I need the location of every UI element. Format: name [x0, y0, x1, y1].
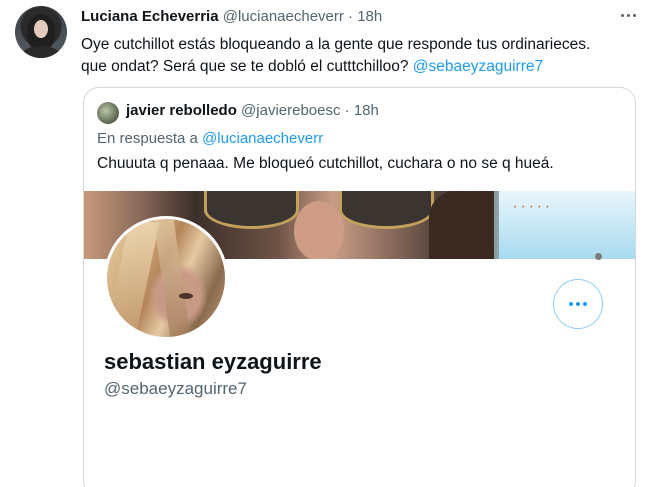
tweet[interactable]: Luciana Echeverria @lucianaecheverr · 18…: [0, 0, 650, 487]
tweet-text-line2: que ondat? Será que se te dobló el cuttt…: [81, 56, 636, 78]
author-name[interactable]: Luciana Echeverria: [81, 8, 219, 25]
mention-link[interactable]: @sebaeyzaguirre7: [413, 58, 543, 75]
tweet-text: Oye cutchillot estás bloqueando a la gen…: [81, 34, 636, 78]
quoted-header-separator: ·: [344, 102, 350, 119]
profile-more-button[interactable]: [553, 279, 603, 329]
profile-avatar[interactable]: [104, 216, 228, 340]
profile-handle[interactable]: @sebaeyzaguirre7: [104, 379, 247, 399]
more-dot: [583, 302, 587, 306]
profile-name[interactable]: sebastian eyzaguirre: [104, 349, 322, 375]
reply-to-link[interactable]: @lucianaecheverr: [202, 130, 323, 147]
reply-context: En respuesta a @lucianaecheverr: [97, 130, 323, 147]
more-dot: [569, 302, 573, 306]
banner-hair: [429, 191, 494, 259]
quoted-tweet[interactable]: javier rebolledo @javiereboesc · 18h En …: [83, 87, 636, 487]
quoted-tweet-header: javier rebolledo @javiereboesc · 18h: [126, 102, 379, 119]
quoted-tweet-time[interactable]: 18h: [354, 102, 379, 119]
banner-nose: [294, 201, 344, 259]
quoted-tweet-text: Chuuuta q penaaa. Me bloqueó cutchillot,…: [97, 155, 554, 172]
header-separator: ·: [348, 8, 354, 25]
banner-glass-right: [339, 191, 434, 229]
avatar-eye: [179, 293, 193, 299]
banner-figures: •••••: [514, 205, 555, 211]
author-handle[interactable]: @lucianaecheverr: [223, 8, 344, 25]
avatar-shoulders: [21, 46, 61, 58]
reply-prefix: En respuesta a: [97, 130, 203, 147]
banner-sky: [499, 191, 635, 259]
author-avatar[interactable]: [15, 6, 67, 58]
tweet-text-line1: Oye cutchillot estás bloqueando a la gen…: [81, 36, 591, 53]
more-horizontal-icon[interactable]: [617, 4, 639, 26]
tweet-text-line2-prefix: que ondat? Será que se te dobló el cuttt…: [81, 58, 413, 75]
avatar-hair-streak: [153, 219, 191, 337]
quoted-author-handle[interactable]: @javiereboesc: [241, 102, 340, 119]
avatar-face: [34, 20, 48, 38]
profile-card[interactable]: ••••• sebastian eyzaguirre @sebaeyzaguir…: [84, 191, 635, 487]
quoted-author-name[interactable]: javier rebolledo: [126, 102, 237, 119]
banner-glass-left: [204, 191, 299, 229]
tweet-header: Luciana Echeverria @lucianaecheverr · 18…: [81, 8, 382, 25]
banner-dot: [595, 253, 602, 260]
tweet-time[interactable]: 18h: [357, 8, 382, 25]
more-dot: [576, 302, 580, 306]
quoted-author-avatar[interactable]: [97, 102, 119, 124]
